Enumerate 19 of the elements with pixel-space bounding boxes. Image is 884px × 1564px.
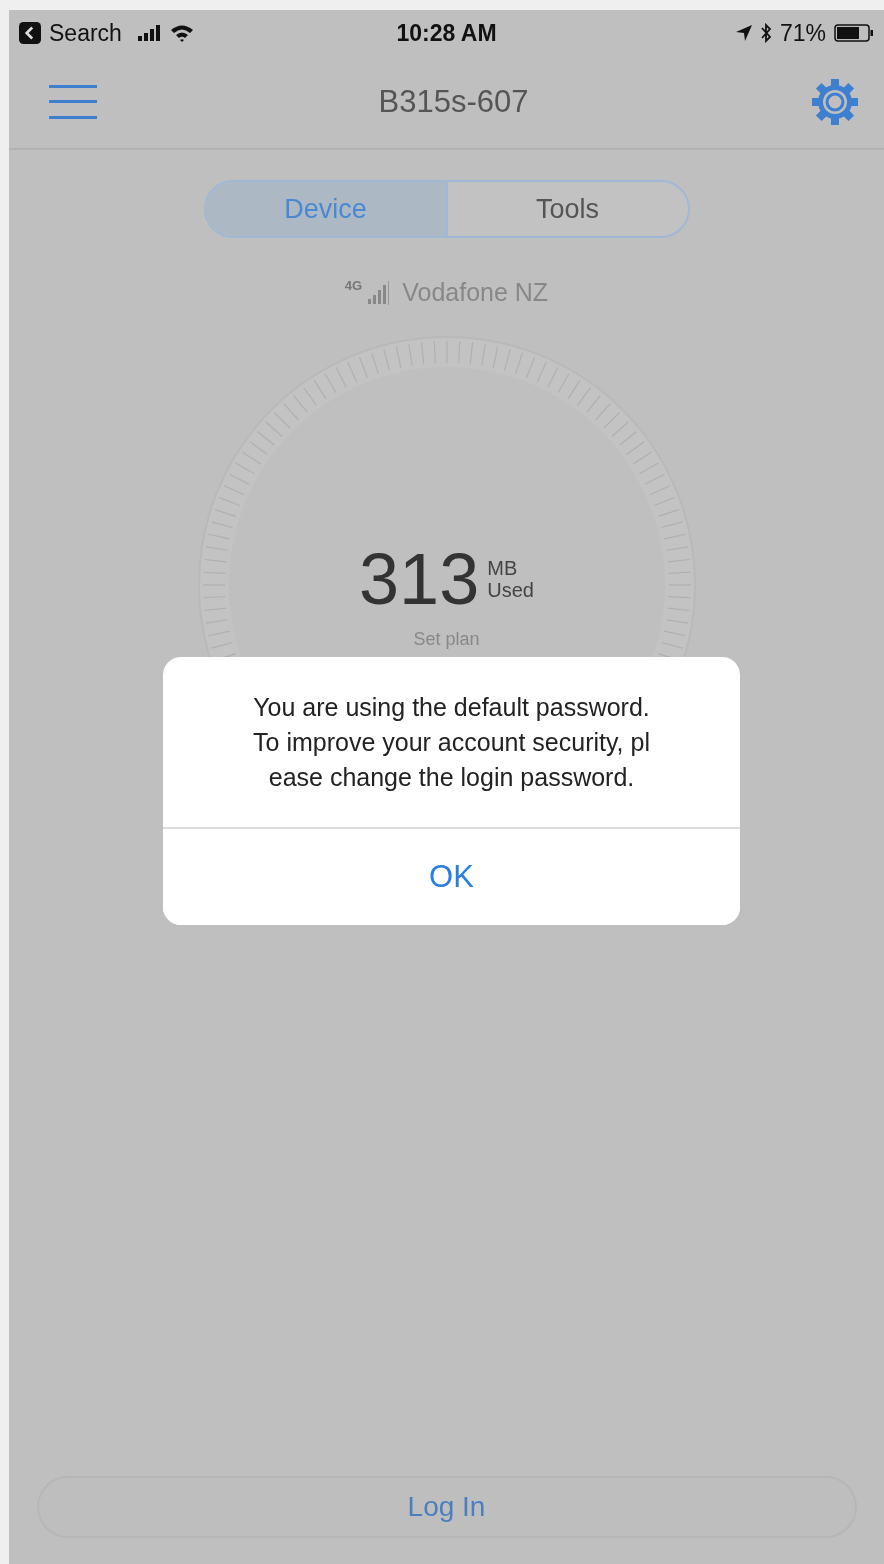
menu-icon[interactable] [49, 84, 97, 120]
nav-title: B315s-607 [378, 84, 529, 120]
status-time: 10:28 AM [396, 19, 497, 47]
battery-percent: 71% [779, 19, 826, 47]
login-button[interactable]: Log In [36, 1476, 857, 1538]
wifi-icon [169, 24, 194, 42]
bluetooth-icon [759, 23, 772, 43]
segment-tab[interactable]: Tools [445, 182, 688, 236]
usage-caption: Used [487, 579, 534, 601]
back-label[interactable]: Search [49, 19, 122, 47]
network-type: 4G [344, 278, 363, 293]
usage-value: 313 [359, 543, 480, 615]
usage-unit: MB [487, 557, 519, 579]
signal-icon [366, 280, 391, 305]
location-arrow-icon [735, 25, 752, 41]
signal-icon [137, 25, 162, 41]
battery-icon [834, 24, 874, 42]
back-icon[interactable] [19, 22, 41, 44]
settings-icon[interactable] [810, 77, 860, 127]
